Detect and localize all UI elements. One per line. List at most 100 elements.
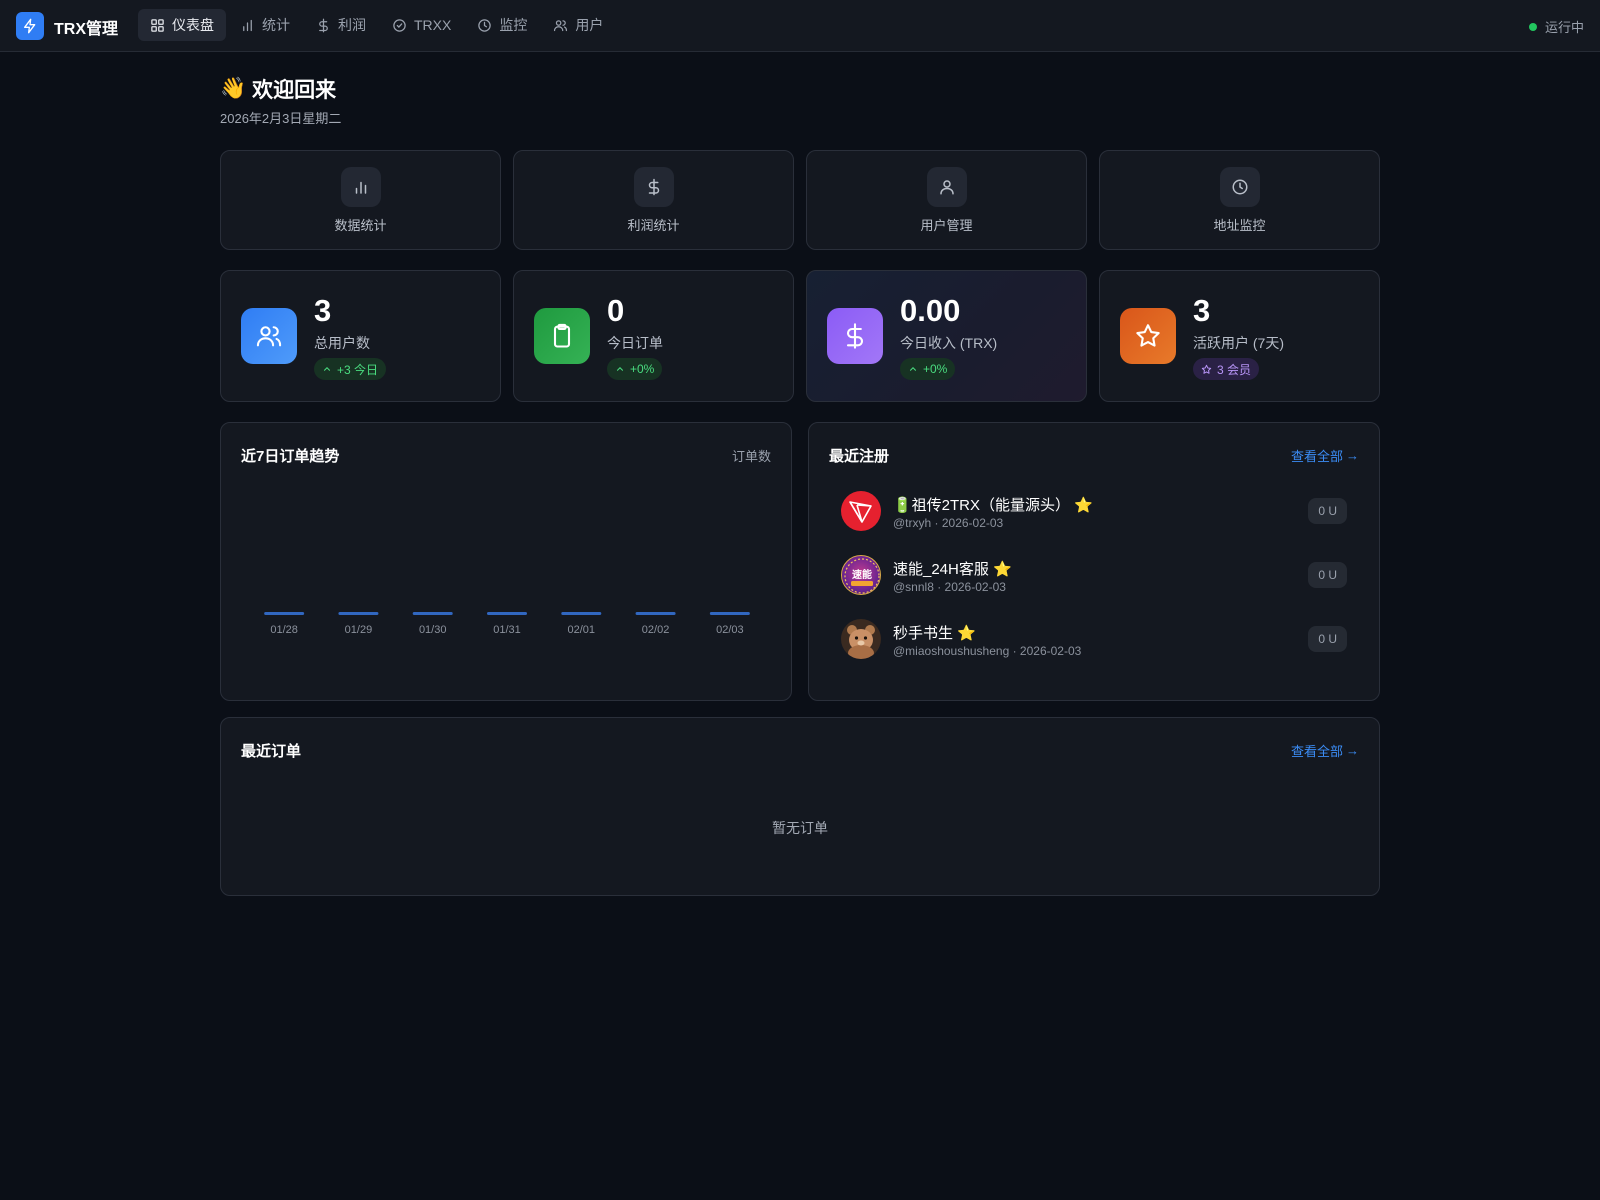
avatar [841, 619, 881, 659]
quick-link-icon-box [927, 167, 967, 207]
status-indicator: 运行中 [1528, 17, 1584, 36]
chart-bar[interactable] [338, 612, 379, 615]
current-date: 2026年2月3日星期二 [220, 111, 342, 126]
chart-bar[interactable] [264, 612, 305, 615]
user-name: 秒手书生 ⭐ [893, 622, 976, 643]
dollar-icon [648, 178, 660, 196]
stat-badge-text: 3 会员 [1217, 362, 1252, 377]
stat-label: 总用户数 [314, 335, 370, 351]
view-all-registrations-link[interactable]: 查看全部 → [1291, 446, 1359, 465]
stat-badge: +0% [900, 358, 956, 380]
avatar-text: 速能 [852, 568, 872, 581]
empty-state-message: 暂无订单 [772, 820, 828, 836]
user-balance: 0 U [1308, 498, 1347, 524]
view-all-label: 查看全部 [1290, 744, 1343, 759]
status-text: 运行中 [1544, 20, 1584, 35]
avatar: 速能 [841, 555, 881, 595]
quick-link-label: 数据统计 [334, 218, 387, 233]
star-icon: ⭐ [1074, 497, 1093, 514]
stat-icon-box [534, 308, 590, 364]
x-tick-label: 01/29 [345, 624, 373, 636]
recent-registrations-panel: 最近注册 查看全部 → 🔋祖传2TRX（能量源头） ⭐ @trxyh · 202… [808, 422, 1380, 701]
quick-link-icon-box [341, 167, 381, 207]
chart-bar[interactable] [709, 612, 750, 615]
users-icon [554, 19, 568, 31]
user-name: 🔋祖传2TRX（能量源头） ⭐ [893, 494, 1093, 515]
quick-link-address-monitor[interactable]: 地址监控 [1099, 150, 1380, 250]
check-circle-icon [393, 18, 406, 32]
app-logo[interactable] [16, 12, 44, 40]
x-tick-label: 02/03 [716, 624, 744, 636]
greeting-text: 欢迎回来 [252, 79, 337, 102]
list-item[interactable]: 秒手书生 ⭐ @miaoshoushusheng · 2026-02-03 0 … [841, 619, 1347, 683]
chart-bar[interactable] [412, 612, 453, 615]
quick-link-label: 利润统计 [627, 218, 680, 233]
app-title: TRX管理 [54, 21, 119, 38]
nav-item-monitor[interactable]: 监控 [465, 9, 539, 41]
star-icon: ⭐ [993, 561, 1012, 578]
nav-item-stats[interactable]: 统计 [228, 9, 302, 41]
list-item[interactable]: 🔋祖传2TRX（能量源头） ⭐ @trxyh · 2026-02-03 0 U [841, 491, 1347, 555]
tron-logo-icon [849, 501, 872, 523]
nav-item-profit[interactable]: 利润 [304, 9, 378, 41]
quick-link-profit-stats[interactable]: 利润统计 [513, 150, 794, 250]
view-all-orders-link[interactable]: 查看全部 → [1291, 741, 1359, 760]
clock-icon [1232, 179, 1248, 195]
stat-badge-text: +0% [630, 362, 655, 376]
user-name-text: 秒手书生 [893, 625, 954, 642]
user-meta: @snnl8 · 2026-02-03 [893, 580, 1006, 594]
quick-link-icon-box [1220, 167, 1260, 207]
x-tick-label: 01/31 [493, 624, 521, 636]
star-outline-icon [1201, 364, 1212, 374]
dashboard-icon [151, 18, 164, 32]
stat-card-today-orders: 0 今日订单 +0% [513, 270, 794, 402]
quick-link-label: 用户管理 [920, 218, 973, 233]
stat-value: 3 [1193, 293, 1211, 328]
nav-item-trxx[interactable]: TRXX [380, 9, 463, 41]
avatar [841, 491, 881, 531]
chart-bar[interactable] [561, 612, 602, 615]
stat-label: 活跃用户 (7天) [1193, 335, 1284, 351]
lightning-icon [24, 18, 36, 34]
user-meta: @miaoshoushusheng · 2026-02-03 [893, 644, 1082, 658]
user-balance: 0 U [1308, 562, 1347, 588]
stat-badge: +3 今日 [314, 358, 387, 380]
nav-item-dashboard[interactable]: 仪表盘 [138, 9, 226, 41]
bar-chart-icon [243, 19, 252, 31]
bar-chart: 01/28 01/29 01/30 01/31 02/01 02/02 02/03 [264, 612, 750, 636]
chart-bar[interactable] [635, 612, 676, 615]
main-nav: 仪表盘 统计 利润 TRXX 监控 用户 [138, 9, 615, 41]
stat-icon-box [1120, 308, 1176, 364]
nav-label: 统计 [262, 17, 290, 33]
list-item[interactable]: 速能 速能_24H客服 ⭐ @snnl8 · 2026-02-03 0 U [841, 555, 1347, 619]
nav-item-users[interactable]: 用户 [541, 9, 615, 41]
stat-card-today-income: 0.00 今日收入 (TRX) +0% [806, 270, 1087, 402]
x-tick-label: 01/28 [270, 624, 298, 636]
bar-chart-icon [355, 181, 367, 194]
quick-link-data-stats[interactable]: 数据统计 [220, 150, 501, 250]
page-title: 👋 欢迎回来 [220, 74, 336, 104]
order-trend-panel: 近7日订单趋势 订单数 01/28 01/29 01/30 01/31 02/01 02/… [220, 422, 792, 701]
stat-card-active-users: 3 活跃用户 (7天) 3 会员 [1099, 270, 1380, 402]
chevron-up-icon [323, 367, 331, 371]
chart-bar[interactable] [487, 612, 527, 615]
nav-label: 仪表盘 [172, 17, 214, 33]
stat-icon-box [827, 308, 883, 364]
nav-label: 用户 [575, 17, 604, 33]
stat-badge: +0% [607, 358, 663, 380]
stat-label: 今日收入 (TRX) [900, 335, 998, 351]
user-meta: @trxyh · 2026-02-03 [893, 516, 1004, 530]
arrow-right-icon: → [1346, 448, 1359, 463]
speed-energy-logo-icon: 速能 [844, 558, 880, 594]
chevron-up-icon [616, 367, 624, 371]
quick-link-icon-box [634, 167, 674, 207]
users-icon [256, 326, 282, 347]
nav-label: 监控 [499, 17, 528, 33]
wave-emoji: 👋 [220, 77, 247, 100]
x-tick-label: 02/01 [568, 624, 596, 636]
bear-photo-icon [847, 625, 875, 659]
quick-link-user-management[interactable]: 用户管理 [806, 150, 1087, 250]
star-icon: ⭐ [957, 625, 976, 642]
stat-badge: 3 会员 [1193, 358, 1260, 380]
stat-badge-text: +3 今日 [337, 362, 379, 377]
